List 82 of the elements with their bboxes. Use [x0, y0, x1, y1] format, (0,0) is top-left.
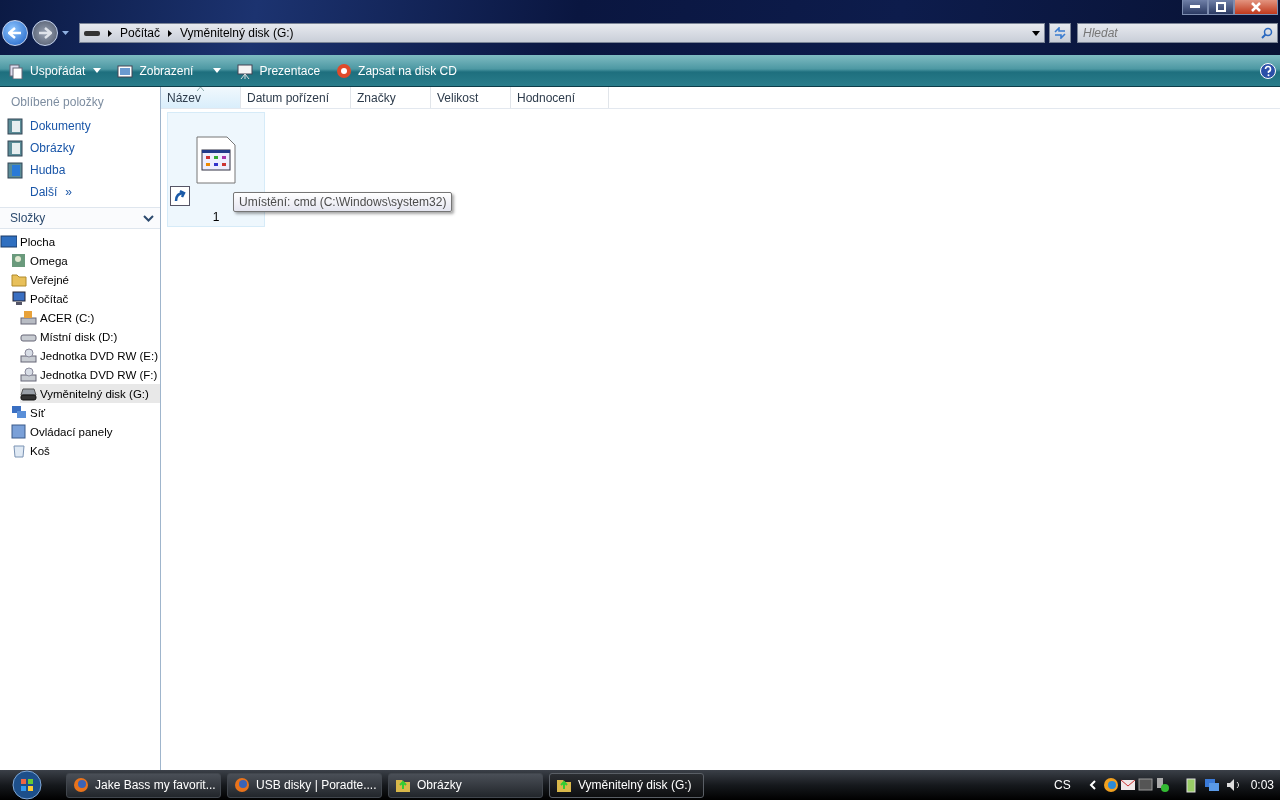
- search-field[interactable]: Hledat: [1077, 23, 1278, 43]
- column-header[interactable]: Název: [161, 87, 241, 108]
- chevron-icon[interactable]: [1088, 780, 1097, 790]
- browser-icon: [73, 777, 89, 793]
- folder-icon: [395, 777, 411, 793]
- folder-icon: [10, 271, 27, 288]
- more-link[interactable]: Další »: [0, 181, 160, 203]
- tree-item[interactable]: Jednotka DVD RW (E:): [20, 346, 160, 365]
- toolbar-button[interactable]: Uspořádat: [4, 58, 106, 83]
- tree-item[interactable]: Ovládací panely: [10, 422, 160, 441]
- favorite-link[interactable]: Dokumenty: [0, 115, 160, 137]
- toolbar-button[interactable]: Prezentace: [233, 58, 325, 83]
- favorite-link[interactable]: Obrázky: [0, 137, 160, 159]
- breadcrumb[interactable]: Vyměnitelný disk (G:): [180, 26, 294, 40]
- toolbar-button[interactable]: Zobrazení: [113, 58, 226, 83]
- tooltip: Umístění: cmd (C:\Windows\system32): [233, 192, 453, 212]
- sort-icon: [197, 87, 204, 91]
- chevron-text: »: [65, 185, 73, 199]
- tree-item[interactable]: Plocha: [0, 232, 160, 251]
- breadcrumb[interactable]: Počítač: [120, 26, 161, 40]
- back-button[interactable]: [2, 20, 28, 46]
- toolbar-button[interactable]: Zapsat na disk CD: [332, 58, 461, 83]
- refresh-button[interactable]: [1049, 23, 1071, 43]
- tree-item[interactable]: ACER (C:): [20, 308, 160, 327]
- address-bar[interactable]: Počítač Vyměnitelný disk (G:): [79, 23, 1045, 43]
- refresh-icon: [1053, 27, 1067, 39]
- library-icon: [7, 139, 24, 157]
- tree-item[interactable]: Veřejné: [10, 270, 160, 289]
- taskbar-button[interactable]: Obrázky: [388, 772, 543, 798]
- help-icon[interactable]: [1260, 62, 1276, 79]
- program-file-icon: [196, 135, 236, 184]
- tree-item[interactable]: Vyměnitelný disk (G:): [20, 384, 160, 403]
- tree-item[interactable]: Jednotka DVD RW (F:): [20, 365, 160, 384]
- taskbar-button[interactable]: USB disky | Poradte....: [227, 772, 382, 798]
- folder-icon: [556, 777, 572, 793]
- tree-item[interactable]: Koš: [10, 441, 160, 460]
- restore-icon: [1216, 2, 1226, 12]
- bin-icon: [10, 442, 27, 459]
- dvd-icon: [20, 366, 37, 383]
- minimize-button[interactable]: [1182, 0, 1208, 15]
- tree-item[interactable]: Omega: [10, 251, 160, 270]
- tree-item[interactable]: Síť: [10, 403, 160, 422]
- chevron-icon: [108, 29, 112, 37]
- chevron-icon: [143, 214, 154, 222]
- forward-icon: [38, 27, 52, 39]
- browser-icon: [234, 777, 250, 793]
- usb-icon: [20, 385, 37, 402]
- back-icon: [8, 27, 22, 39]
- burn-icon: [336, 62, 353, 79]
- network-icon: [10, 404, 27, 421]
- close-icon: [1251, 2, 1261, 12]
- taskbar-button[interactable]: Jake Bass my favorit...: [66, 772, 221, 798]
- music-library-icon: [7, 161, 24, 179]
- library-icon: [7, 117, 24, 135]
- close-button[interactable]: [1234, 0, 1278, 15]
- tree-item[interactable]: Místní disk (D:): [20, 327, 160, 346]
- caret-icon: [93, 68, 102, 73]
- dvd-icon: [20, 347, 37, 364]
- folders-header[interactable]: Složky: [0, 207, 160, 229]
- taskbar-button[interactable]: Vyměnitelný disk (G:): [549, 772, 704, 798]
- chevron-icon: [168, 29, 173, 37]
- views-icon: [117, 62, 134, 79]
- caret-icon: [213, 68, 222, 73]
- minimize-icon: [1190, 5, 1200, 9]
- file-name: 1: [212, 210, 220, 224]
- computer-icon: [10, 290, 27, 307]
- favorite-link[interactable]: Hudba: [0, 159, 160, 181]
- forward-button[interactable]: [32, 20, 58, 46]
- tree-item[interactable]: Počítač: [10, 289, 160, 308]
- caret-icon[interactable]: [62, 31, 69, 35]
- start-orb-icon: [12, 770, 42, 800]
- user-icon: [10, 252, 27, 269]
- drive-icon: [84, 29, 100, 37]
- organize-icon: [8, 62, 24, 79]
- section-title: Oblíbené položky: [10, 95, 105, 111]
- search-icon[interactable]: [1261, 27, 1273, 39]
- caret-icon: [1032, 30, 1040, 36]
- desktop-icon: [0, 233, 17, 250]
- slideshow-icon: [237, 62, 254, 79]
- clock-time[interactable]: 0:03: [1250, 778, 1274, 792]
- restore-button[interactable]: [1208, 0, 1234, 15]
- language-indicator[interactable]: CS: [1053, 778, 1071, 792]
